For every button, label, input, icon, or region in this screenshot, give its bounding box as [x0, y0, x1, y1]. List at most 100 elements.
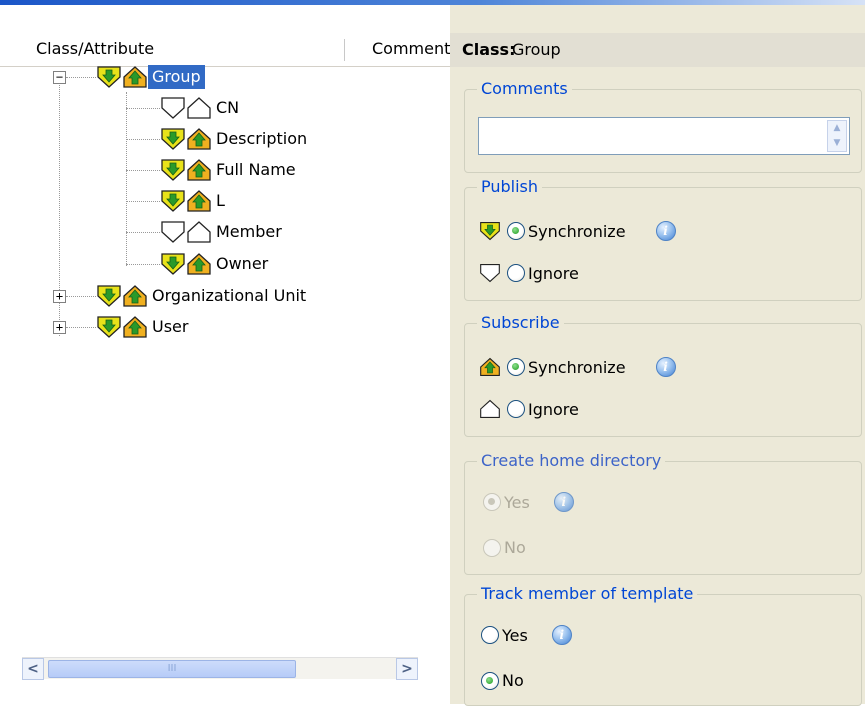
- scroll-right-button[interactable]: >: [396, 658, 418, 680]
- publish-ignore-radio[interactable]: [507, 264, 525, 282]
- track-member-yes-option[interactable]: Yes i: [481, 625, 572, 645]
- tree-node-label: CN: [216, 98, 240, 117]
- home-directory-no-label: No: [504, 538, 526, 557]
- tree-node-label: Group: [148, 65, 205, 89]
- publish-sync-icon: [161, 253, 185, 275]
- track-member-no-option[interactable]: No: [481, 671, 524, 690]
- expand-user-toggle[interactable]: +: [53, 321, 66, 334]
- comments-scrollbar[interactable]: ▲ ▼: [827, 120, 847, 152]
- tree-node-label: User: [152, 317, 189, 336]
- publish-ignore-icon: [161, 97, 185, 119]
- tree-node-label: L: [216, 191, 225, 210]
- subscribe-ignore-option[interactable]: Ignore: [479, 398, 579, 420]
- tree-node-member[interactable]: Member: [160, 218, 286, 246]
- home-directory-group-title: Create home directory: [477, 451, 666, 471]
- subscribe-synchronize-option[interactable]: Synchronize i: [479, 356, 676, 378]
- info-icon[interactable]: i: [655, 357, 676, 377]
- tree-line: [66, 296, 96, 297]
- publish-synchronize-option[interactable]: Synchronize i: [479, 220, 676, 242]
- tree-node-description[interactable]: Description: [160, 125, 311, 153]
- info-icon[interactable]: i: [553, 492, 574, 512]
- subscribe-sync-icon: [187, 159, 211, 181]
- publish-sync-icon: [97, 285, 121, 307]
- scroll-up-icon[interactable]: ▲: [828, 121, 846, 136]
- class-header: Class: Group: [450, 33, 865, 67]
- tree-node-label: Full Name: [216, 160, 296, 179]
- tree-node-user[interactable]: User: [96, 313, 192, 341]
- tree-node-l[interactable]: L: [160, 187, 229, 215]
- home-directory-group: Create home directory Yes i No: [464, 451, 862, 575]
- tree-column-header: Class/Attribute Comment: [0, 33, 450, 67]
- publish-subscribe-icons: [160, 220, 212, 244]
- publish-subscribe-icons: [160, 96, 212, 120]
- publish-ignore-icon: [161, 221, 185, 243]
- collapse-group-toggle[interactable]: −: [53, 71, 66, 84]
- subscribe-ignore-icon: [187, 221, 211, 243]
- scroll-thumb[interactable]: III: [48, 660, 296, 678]
- home-directory-no-option[interactable]: No: [483, 538, 526, 557]
- publish-subscribe-icons: [96, 284, 148, 308]
- track-member-yes-label: Yes: [502, 625, 528, 645]
- subscribe-sync-icon: [123, 316, 147, 338]
- info-icon[interactable]: i: [655, 221, 676, 241]
- subscribe-sync-icon: [187, 128, 211, 150]
- comments-group: Comments ▲ ▼: [464, 79, 862, 173]
- home-directory-no-radio[interactable]: [483, 538, 501, 557]
- publish-subscribe-icons: [160, 158, 212, 182]
- publish-ignore-label: Ignore: [528, 263, 579, 283]
- subscribe-sync-icon: [187, 253, 211, 275]
- tree-node-organizational-unit[interactable]: Organizational Unit: [96, 282, 310, 310]
- class-header-key: Class:: [462, 40, 516, 59]
- subscribe-ignore-radio[interactable]: [507, 400, 525, 418]
- tree-node-cn[interactable]: CN: [160, 94, 243, 122]
- home-directory-yes-option[interactable]: Yes i: [483, 492, 574, 512]
- scroll-down-icon[interactable]: ▼: [828, 136, 846, 151]
- comments-field[interactable]: ▲ ▼: [478, 117, 850, 155]
- tree-line: [66, 77, 96, 78]
- publish-synchronize-radio[interactable]: [507, 222, 525, 240]
- column-class-attribute[interactable]: Class/Attribute: [36, 39, 154, 58]
- tree-line: [126, 139, 160, 140]
- tree-line: [126, 264, 160, 265]
- info-icon[interactable]: i: [551, 625, 572, 645]
- subscribe-sync-icon: [479, 356, 501, 378]
- column-comment[interactable]: Comment: [372, 39, 450, 58]
- publish-sync-icon: [161, 128, 185, 150]
- tree-node-label: Owner: [216, 254, 269, 273]
- column-divider[interactable]: [344, 39, 345, 61]
- class-header-value: Group: [512, 40, 561, 59]
- publish-subscribe-icons: [160, 189, 212, 213]
- publish-subscribe-icons: [160, 252, 212, 276]
- subscribe-ignore-icon: [187, 97, 211, 119]
- subscribe-ignore-icon: [479, 398, 501, 420]
- subscribe-synchronize-radio[interactable]: [507, 358, 525, 376]
- publish-ignore-icon: [479, 262, 501, 284]
- publish-sync-icon: [161, 159, 185, 181]
- class-attribute-tree-pane: Class/Attribute Comment − + + Group CN D…: [0, 5, 450, 704]
- tree-node-group[interactable]: Group: [96, 63, 205, 91]
- expand-organizational-unit-toggle[interactable]: +: [53, 290, 66, 303]
- class-detail-pane: Class: Group Comments ▲ ▼ Publish Synchr…: [450, 5, 865, 706]
- subscribe-sync-icon: [123, 285, 147, 307]
- comments-group-title: Comments: [477, 79, 572, 99]
- tree-line: [126, 108, 160, 109]
- tree-line: [126, 201, 160, 202]
- tree-line: [126, 92, 127, 266]
- home-directory-yes-label: Yes: [504, 492, 530, 512]
- publish-subscribe-icons: [96, 65, 148, 89]
- track-member-yes-radio[interactable]: [481, 626, 499, 644]
- subscribe-ignore-label: Ignore: [528, 399, 579, 419]
- track-member-no-radio[interactable]: [481, 671, 499, 690]
- track-member-group: Track member of template Yes i No: [464, 584, 862, 706]
- publish-sync-icon: [97, 66, 121, 88]
- tree-node-owner[interactable]: Owner: [160, 250, 272, 278]
- tree-line: [126, 232, 160, 233]
- subscribe-group-title: Subscribe: [477, 313, 564, 333]
- publish-ignore-option[interactable]: Ignore: [479, 262, 579, 284]
- home-directory-yes-radio[interactable]: [483, 493, 501, 511]
- scroll-left-button[interactable]: <: [22, 658, 44, 680]
- horizontal-scrollbar[interactable]: < III >: [22, 657, 418, 680]
- tree-node-label: Description: [216, 129, 308, 148]
- tree-node-full-name[interactable]: Full Name: [160, 156, 300, 184]
- publish-sync-icon: [97, 316, 121, 338]
